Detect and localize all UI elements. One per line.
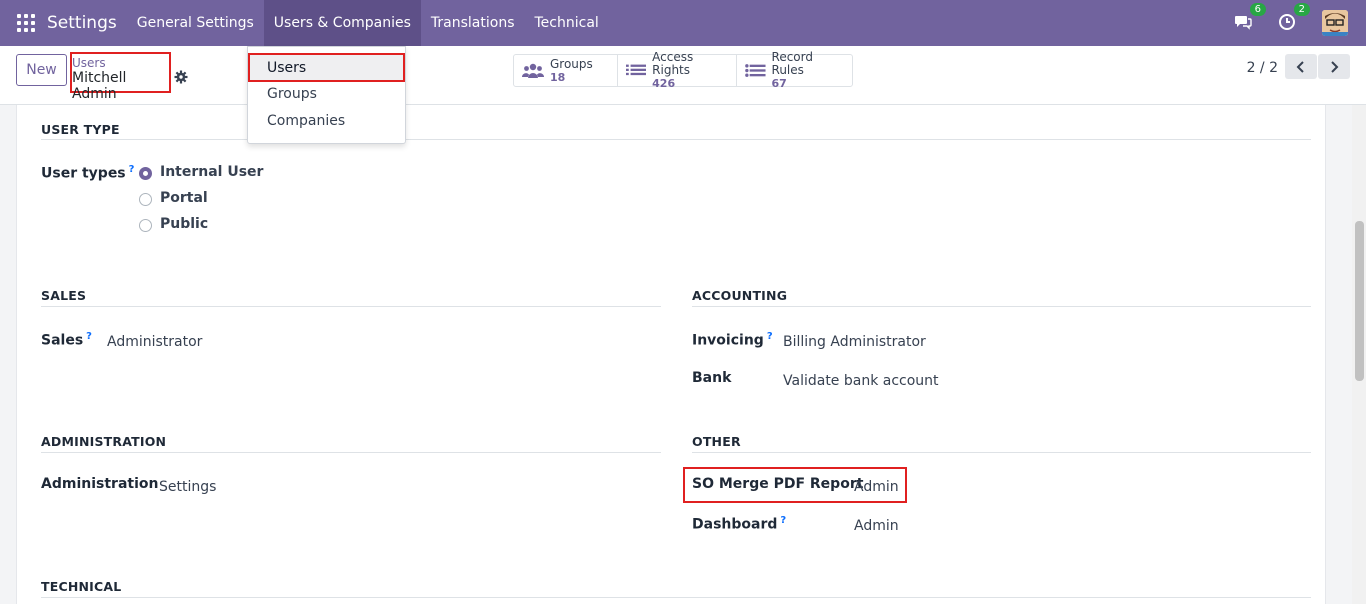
apps-grid-icon[interactable] bbox=[17, 14, 35, 32]
users-companies-dropdown: Users Groups Companies bbox=[247, 46, 406, 144]
so-merge-pdf-report-select[interactable]: Admin bbox=[854, 479, 899, 495]
breadcrumb: Users Mitchell Admin bbox=[70, 52, 171, 102]
help-tooltip-icon[interactable]: ? bbox=[86, 331, 92, 342]
navbar-systray: 6 2 bbox=[1234, 0, 1366, 46]
menu-users-companies[interactable]: Users & Companies bbox=[263, 0, 421, 46]
pager-next-button[interactable] bbox=[1318, 54, 1350, 79]
access-rights-label: Access Rights bbox=[652, 50, 694, 77]
form-sheet: USER TYPE User types? Internal User Port… bbox=[16, 105, 1326, 604]
radio-public[interactable] bbox=[139, 219, 152, 232]
page-scrollbar[interactable] bbox=[1352, 105, 1366, 604]
user-types-label: User types? bbox=[41, 164, 135, 182]
section-title-technical: TECHNICAL bbox=[41, 579, 122, 594]
sales-select[interactable]: Administrator bbox=[107, 334, 202, 350]
section-title-administration: ADMINISTRATION bbox=[41, 434, 167, 449]
chevron-right-icon bbox=[1331, 60, 1339, 73]
administration-label: Administration bbox=[41, 476, 159, 492]
section-title-accounting: ACCOUNTING bbox=[692, 288, 788, 303]
bank-label: Bank bbox=[692, 370, 732, 386]
dropdown-item-groups[interactable]: Groups bbox=[248, 81, 405, 108]
dropdown-item-users[interactable]: Users bbox=[248, 53, 405, 82]
section-title-sales: SALES bbox=[41, 288, 87, 303]
menu-translations[interactable]: Translations bbox=[421, 0, 525, 46]
administration-select[interactable]: Settings bbox=[159, 479, 216, 495]
section-divider bbox=[692, 306, 1311, 307]
record-rules-label: Record Rules bbox=[771, 50, 813, 77]
new-button[interactable]: New bbox=[16, 54, 67, 86]
section-title-user-type: USER TYPE bbox=[41, 122, 120, 137]
section-divider bbox=[41, 452, 661, 453]
dashboard-select[interactable]: Admin bbox=[854, 518, 899, 534]
messages-icon[interactable]: 6 bbox=[1234, 3, 1266, 33]
radio-public-label[interactable]: Public bbox=[160, 216, 208, 232]
control-panel: New Users Mitchell Admin Groups 18 Access… bbox=[0, 46, 1366, 105]
groups-label: Groups bbox=[550, 56, 593, 71]
access-rights-smart-button[interactable]: Access Rights 426 bbox=[618, 51, 737, 90]
pager-previous-button[interactable] bbox=[1285, 54, 1317, 79]
invoicing-select[interactable]: Billing Administrator bbox=[783, 334, 926, 350]
groups-smart-button[interactable]: Groups 18 bbox=[514, 55, 618, 86]
access-rights-count: 426 bbox=[652, 77, 676, 90]
activities-count-badge: 2 bbox=[1293, 3, 1310, 16]
sales-label: Sales? bbox=[41, 331, 92, 349]
top-navbar: Settings General Settings Users & Compan… bbox=[0, 0, 1366, 46]
user-avatar[interactable] bbox=[1322, 10, 1348, 36]
smart-buttons: Groups 18 Access Rights 426 Record Rules 67 bbox=[513, 51, 853, 90]
users-icon bbox=[522, 63, 544, 78]
radio-internal-user[interactable] bbox=[139, 167, 152, 180]
so-merge-pdf-report-label: SO Merge PDF Report bbox=[692, 476, 864, 492]
section-title-other: OTHER bbox=[692, 434, 741, 449]
radio-portal-label[interactable]: Portal bbox=[160, 190, 208, 206]
menu-technical[interactable]: Technical bbox=[525, 0, 609, 46]
breadcrumb-users-link[interactable]: Users bbox=[72, 56, 169, 70]
record-rules-count: 67 bbox=[771, 77, 787, 90]
section-divider bbox=[41, 306, 661, 307]
dashboard-label: Dashboard? bbox=[692, 515, 787, 533]
scrollbar-thumb[interactable] bbox=[1355, 221, 1364, 381]
app-brand[interactable]: Settings bbox=[47, 13, 117, 33]
bank-select[interactable]: Validate bank account bbox=[783, 373, 939, 389]
list-icon bbox=[745, 63, 766, 77]
record-rules-smart-button[interactable]: Record Rules 67 bbox=[737, 51, 852, 90]
help-tooltip-icon[interactable]: ? bbox=[767, 331, 773, 342]
invoicing-label: Invoicing? bbox=[692, 331, 773, 349]
groups-count: 18 bbox=[550, 70, 566, 84]
dropdown-item-companies[interactable]: Companies bbox=[248, 108, 405, 135]
activities-clock-icon[interactable]: 2 bbox=[1278, 3, 1310, 33]
messages-count-badge: 6 bbox=[1249, 3, 1266, 16]
section-divider bbox=[692, 452, 1311, 453]
gear-icon[interactable] bbox=[174, 70, 188, 84]
list-icon bbox=[626, 64, 647, 75]
radio-portal[interactable] bbox=[139, 193, 152, 206]
chevron-left-icon bbox=[1296, 60, 1304, 73]
menu-general-settings[interactable]: General Settings bbox=[127, 0, 264, 46]
section-divider bbox=[41, 597, 1311, 598]
breadcrumb-current-record: Mitchell Admin bbox=[72, 70, 127, 102]
help-tooltip-icon[interactable]: ? bbox=[780, 515, 786, 526]
radio-internal-user-label[interactable]: Internal User bbox=[160, 164, 263, 180]
pager-value[interactable]: 2 / 2 bbox=[1247, 60, 1278, 76]
section-divider bbox=[41, 139, 1311, 140]
help-tooltip-icon[interactable]: ? bbox=[129, 164, 135, 175]
